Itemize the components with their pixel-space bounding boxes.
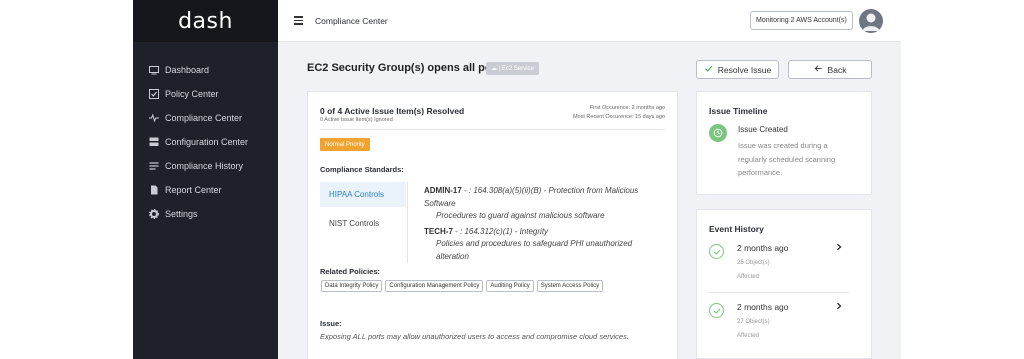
ignored-summary: 0 Active Issue Item(s) Ignored — [320, 117, 393, 123]
compliance-standards-label: Compliance Standards: — [320, 165, 404, 174]
page-title: EC2 Security Group(s) opens all ports — [307, 62, 506, 74]
menu-icon[interactable] — [294, 16, 303, 25]
standard-id: TECH-7 — [424, 226, 453, 236]
logo-text: dash — [178, 8, 233, 34]
event-time: 2 months ago — [737, 302, 789, 312]
tab-hipaa-controls[interactable]: HIPAA Controls — [320, 182, 406, 207]
standard-id: ADMIN-17 — [424, 186, 462, 195]
sidebar-item-label: Compliance Center — [165, 113, 243, 123]
timeline-event-title: Issue Created — [738, 125, 788, 134]
check-icon — [704, 64, 713, 75]
chevron-right-icon[interactable] — [835, 242, 843, 255]
app-frame: dash Dashboard Policy Center Compliance … — [133, 0, 901, 359]
standard-item: TECH-7 - : 164.312(c)(1) - Integrity Pol… — [424, 226, 664, 264]
tabs-divider — [407, 182, 408, 263]
standards-tabs: HIPAA Controls NIST Controls — [320, 182, 406, 240]
sidebar-item-label: Configuration Center — [165, 137, 249, 147]
event-history-card: Event History 2 months ago 26 Object(s) … — [696, 209, 872, 359]
divider — [320, 129, 665, 130]
standard-reference: - : 164.312(c)(1) - Integrity — [452, 226, 549, 236]
clock-icon — [709, 124, 727, 142]
event-item[interactable]: 2 months ago 26 Object(s) Affected — [709, 241, 849, 299]
monitor-icon — [149, 65, 159, 75]
policy-tag[interactable]: Data Integrity Policy — [321, 280, 383, 292]
resolved-summary: 0 of 4 Active Issue Item(s) Resolved — [320, 106, 465, 116]
event-status: Affected — [737, 333, 759, 339]
timeline-event-text: Issue was created during a regularly sch… — [738, 141, 836, 177]
issue-timeline-card: Issue Timeline Issue Created Issue was c… — [696, 91, 872, 195]
back-button[interactable]: Back — [788, 60, 872, 79]
pulse-icon — [149, 113, 159, 123]
sidebar-item-settings[interactable]: Settings — [133, 202, 278, 226]
event-objects: 27 Object(s) — [737, 319, 770, 325]
standard-description: Procedures to guard against malicious so… — [436, 211, 605, 220]
list-icon — [149, 161, 159, 171]
sidebar-item-label: Dashboard — [165, 65, 210, 75]
standards-list: ADMIN-17 - : 164.308(a)(5)(ii)(B) - Prot… — [424, 185, 664, 263]
page-header-title: Compliance Center — [315, 15, 388, 26]
event-status: Affected — [737, 274, 759, 280]
event-objects: 26 Object(s) — [737, 260, 770, 266]
policy-tag[interactable]: Auditing Policy — [486, 280, 534, 292]
sidebar-item-label: Settings — [165, 209, 198, 219]
app-logo[interactable]: dash — [133, 0, 278, 42]
gear-icon — [149, 209, 159, 219]
check-circle-icon — [709, 303, 724, 318]
account-selector-button[interactable]: Monitoring 2 AWS Account(s) — [750, 11, 853, 30]
chevron-right-icon[interactable] — [835, 301, 843, 314]
resolve-issue-label: Resolve Issue — [717, 64, 772, 75]
sidebar-item-label: Policy Center — [165, 89, 219, 99]
check-circle-icon — [709, 244, 724, 259]
sidebar-item-report-center[interactable]: Report Center — [133, 178, 278, 202]
event-divider — [709, 292, 849, 293]
server-icon — [149, 137, 159, 147]
service-badge: ☁ | Ec2 Service — [486, 62, 539, 75]
event-time: 2 months ago — [737, 243, 789, 253]
event-history-title: Event History — [709, 224, 764, 234]
tab-nist-controls[interactable]: NIST Controls — [320, 211, 406, 236]
standard-description: Policies and procedures to safeguard PHI… — [436, 239, 633, 261]
sidebar-item-compliance-center[interactable]: Compliance Center — [133, 106, 278, 130]
back-label: Back — [827, 64, 847, 75]
avatar[interactable] — [859, 9, 883, 33]
sidebar-nav: Dashboard Policy Center Compliance Cente… — [133, 58, 278, 226]
issue-details-card: 0 of 4 Active Issue Item(s) Resolved 0 A… — [307, 91, 678, 359]
sidebar-item-compliance-history[interactable]: Compliance History — [133, 154, 278, 178]
sidebar-item-policy-center[interactable]: Policy Center — [133, 82, 278, 106]
related-policies-label: Related Policies: — [320, 267, 381, 276]
recent-occurrence: Most Recent Occurence: 15 days ago — [572, 114, 665, 120]
sidebar-item-label: Report Center — [165, 185, 222, 195]
standard-item: ADMIN-17 - : 164.308(a)(5)(ii)(B) - Prot… — [424, 185, 664, 223]
arrow-left-icon — [814, 64, 823, 75]
document-icon — [149, 185, 159, 195]
sidebar-item-label: Compliance History — [165, 161, 244, 171]
checkbox-icon — [149, 89, 159, 99]
timeline-title: Issue Timeline — [709, 106, 768, 116]
resolve-issue-button[interactable]: Resolve Issue — [696, 60, 779, 79]
related-policies: Data Integrity Policy Configuration Mana… — [321, 280, 661, 292]
issue-label: Issue: — [320, 319, 342, 328]
sidebar: dash Dashboard Policy Center Compliance … — [133, 0, 278, 359]
first-occurrence: First Occurence: 2 months ago — [589, 105, 665, 111]
sidebar-item-configuration-center[interactable]: Configuration Center — [133, 130, 278, 154]
event-item[interactable]: 2 months ago 27 Object(s) Affected — [709, 300, 849, 358]
main-content: EC2 Security Group(s) opens all ports ☁ … — [278, 42, 901, 359]
priority-badge: Normal Priority — [320, 138, 370, 151]
top-bar: Compliance Center Monitoring 2 AWS Accou… — [278, 0, 901, 42]
policy-tag[interactable]: System Access Policy — [536, 280, 604, 292]
policy-tag[interactable]: Configuration Management Policy — [385, 280, 484, 292]
sidebar-item-dashboard[interactable]: Dashboard — [133, 58, 278, 82]
issue-description: Exposing ALL ports may allow unauthorize… — [320, 332, 629, 341]
user-icon — [862, 13, 880, 31]
